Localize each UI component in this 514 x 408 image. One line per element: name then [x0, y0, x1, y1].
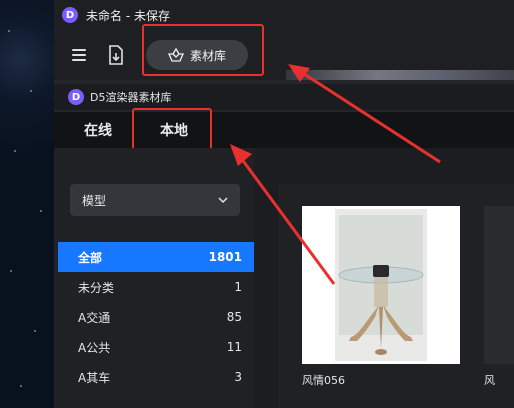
menu-icon[interactable] — [72, 49, 86, 61]
desktop-background — [0, 0, 54, 408]
title-bar: D 未命名 - 未保存 — [54, 0, 514, 30]
side-table-model-image — [335, 209, 427, 361]
asset-grid: 风情056 风 — [278, 184, 514, 408]
d5-app-window: D 未命名 - 未保存 素材库 D D5渲染器素材库 在线 本地 模型 全部 1… — [54, 0, 514, 408]
chevron-down-icon — [218, 197, 228, 203]
category-name: A其车 — [78, 370, 111, 385]
category-count: 1 — [234, 280, 242, 294]
category-count: 3 — [234, 370, 242, 384]
tab-online[interactable]: 在线 — [84, 120, 112, 140]
category-type-dropdown[interactable]: 模型 — [70, 184, 240, 216]
category-item-all[interactable]: 全部 1801 — [58, 242, 254, 272]
asset-thumbnail-partial[interactable] — [484, 206, 514, 364]
asset-label-partial: 风 — [484, 374, 495, 387]
category-list: 全部 1801 未分类 1 A交通 85 A公共 11 A其车 3 — [58, 242, 254, 392]
category-item-uncategorized[interactable]: 未分类 1 — [58, 272, 254, 302]
category-count: 85 — [226, 310, 242, 324]
asset-card[interactable]: 风情056 — [302, 206, 460, 388]
category-name: 全部 — [78, 250, 103, 265]
app-logo-icon: D — [62, 7, 78, 23]
category-item-public[interactable]: A公共 11 — [58, 332, 254, 362]
dropdown-value: 模型 — [82, 193, 107, 208]
material-library-label: 素材库 — [189, 48, 226, 63]
library-body: 模型 全部 1801 未分类 1 A交通 85 A公共 11 A其车 3 风情0… — [54, 148, 514, 408]
asset-label: 风情056 — [302, 374, 345, 387]
library-title: D5渲染器素材库 — [90, 91, 172, 104]
library-header: D D5渲染器素材库 — [54, 84, 514, 110]
material-library-icon — [167, 48, 184, 62]
category-item-other-vehicle[interactable]: A其车 3 — [58, 362, 254, 392]
library-logo-icon: D — [68, 89, 84, 105]
tab-local[interactable]: 本地 — [160, 120, 188, 140]
category-count: 1801 — [208, 250, 242, 264]
material-library-button[interactable]: 素材库 — [146, 40, 248, 70]
file-import-icon[interactable] — [108, 45, 124, 65]
library-tabs: 在线 本地 — [54, 112, 514, 148]
category-item-transport[interactable]: A交通 85 — [58, 302, 254, 332]
category-name: 未分类 — [78, 280, 115, 295]
asset-thumbnail[interactable] — [302, 206, 460, 364]
category-name: A公共 — [78, 340, 111, 355]
category-sidebar: 模型 全部 1801 未分类 1 A交通 85 A公共 11 A其车 3 — [54, 148, 254, 408]
category-count: 11 — [226, 340, 242, 354]
blurred-region — [286, 70, 514, 80]
category-name: A交通 — [78, 310, 111, 325]
window-title: 未命名 - 未保存 — [86, 8, 170, 23]
